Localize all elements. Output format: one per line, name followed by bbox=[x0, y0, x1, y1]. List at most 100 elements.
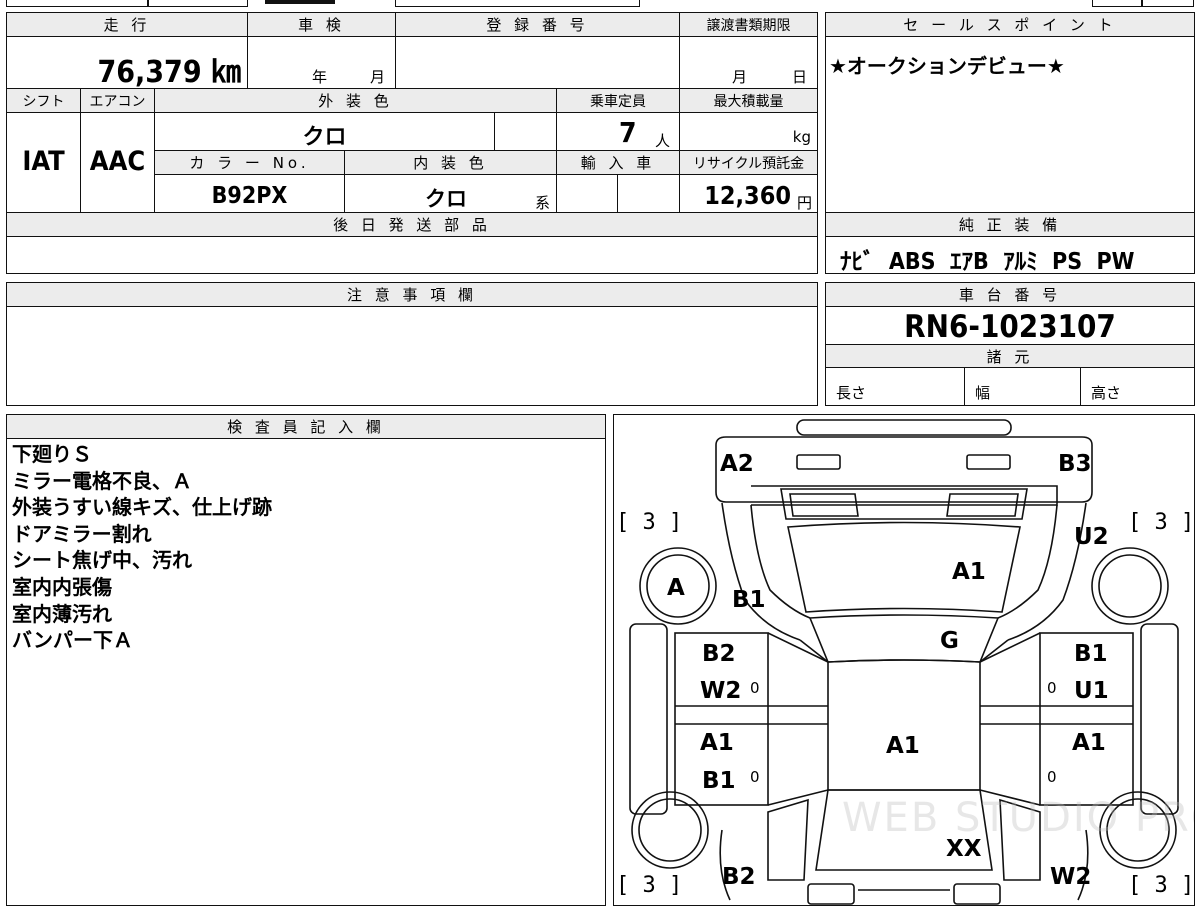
capacity-value: 7 bbox=[619, 116, 637, 149]
note-line: バンパー下Ａ bbox=[12, 628, 133, 653]
transfer-deadline-header: 譲渡書類期限 bbox=[679, 12, 818, 37]
capacity-cell: 7 人 bbox=[556, 112, 680, 151]
deadline-day-unit: 日 bbox=[792, 68, 808, 86]
label-rear-right: W2 bbox=[1050, 864, 1092, 890]
recycle-unit: 円 bbox=[796, 194, 812, 212]
mileage-cell: 76,379 ㎞ bbox=[6, 36, 248, 89]
color-no-cell: B92PX bbox=[154, 174, 345, 213]
recycle-header: リサイクル預託金 bbox=[679, 150, 818, 175]
shift-cell: IAT bbox=[6, 112, 81, 213]
top-strip bbox=[0, 0, 1200, 8]
shift-value: IAT bbox=[22, 146, 65, 177]
note-line: 下廻りＳ bbox=[12, 442, 92, 466]
deadline-cell: 月 日 bbox=[679, 36, 818, 89]
inspection-year-unit: 年 bbox=[312, 68, 328, 86]
height-label: 高さ bbox=[1091, 384, 1122, 402]
shift-header: シフト bbox=[6, 88, 81, 113]
registration-header: 登 録 番 号 bbox=[395, 12, 680, 37]
width-label: 幅 bbox=[975, 384, 991, 402]
aircon-header: エアコン bbox=[80, 88, 155, 113]
specs-header: 諸 元 bbox=[825, 344, 1195, 368]
label-right-front-door-bottom: U1 bbox=[1074, 678, 1109, 704]
watermark: WEB STUDIO PRO bbox=[842, 795, 1195, 841]
genuine-equipment-items: ﾅﾋﾞ ABS ｴｱB ｱﾙﾐ PS PW bbox=[840, 249, 1135, 274]
tire-bracket-bottom-right: [ 3 ] bbox=[1128, 873, 1195, 898]
tire-bracket-top-left: [ 3 ] bbox=[616, 510, 683, 535]
capacity-unit: 人 bbox=[655, 132, 671, 150]
chassis-header: 車 台 番 号 bbox=[825, 282, 1195, 307]
label-left-rear-door-top: A1 bbox=[700, 730, 734, 756]
label-right-front-door-top: B1 bbox=[1074, 641, 1108, 667]
label-right-mirror: U2 bbox=[1074, 524, 1109, 550]
color-no-value: B92PX bbox=[211, 183, 288, 209]
label-right-rear-door: A1 bbox=[1072, 730, 1106, 756]
zero-mark-lr: 0 bbox=[750, 768, 760, 786]
color-no-header: カ ラ ー No. bbox=[154, 150, 345, 175]
zero-mark-rf: 0 bbox=[1047, 679, 1057, 697]
inspection-cell: 年 月 bbox=[247, 36, 396, 89]
height-cell: 高さ bbox=[1080, 367, 1195, 406]
chassis-number-cell: RN6-1023107 bbox=[825, 306, 1195, 345]
note-line: ミラー電格不良、Ａ bbox=[12, 468, 192, 493]
aircon-value: AAC bbox=[89, 146, 146, 177]
sales-point-cell: ★オークションデビュー★ bbox=[825, 36, 1195, 213]
note-line: 室内内張傷 bbox=[12, 574, 112, 599]
label-front-right-corner: B3 bbox=[1058, 451, 1092, 477]
label-left-mirror: A bbox=[667, 575, 685, 601]
label-windshield: G bbox=[940, 628, 959, 654]
label-left-front-door-bottom: W2 bbox=[700, 678, 742, 704]
tire-bracket-bottom-left: [ 3 ] bbox=[616, 873, 683, 898]
note-line: ドアミラー割れ bbox=[12, 521, 152, 546]
interior-color-value: クロ bbox=[425, 187, 467, 211]
recycle-cell: 12,360 円 bbox=[679, 174, 818, 213]
tire-bracket-top-right: [ 3 ] bbox=[1128, 510, 1195, 535]
inspector-notes: 下廻りＳ ミラー電格不良、Ａ 外装うすい線キズ、仕上げ跡 ドアミラー割れ シート… bbox=[12, 441, 272, 654]
label-rear-left: B2 bbox=[722, 864, 756, 890]
inspection-header: 車 検 bbox=[247, 12, 396, 37]
label-front-left-corner: A2 bbox=[720, 451, 754, 477]
interior-color-suffix: 系 bbox=[535, 194, 551, 212]
mileage-value: 76,379 ㎞ bbox=[97, 55, 241, 89]
exterior-color-extra-cell bbox=[494, 112, 557, 151]
zero-mark-rr: 0 bbox=[1047, 768, 1057, 786]
caution-header: 注 意 事 項 欄 bbox=[6, 282, 818, 307]
import-cell-right bbox=[617, 174, 680, 213]
label-hood: A1 bbox=[952, 559, 986, 585]
import-header: 輸 入 車 bbox=[556, 150, 680, 175]
recycle-value: 12,360 bbox=[704, 181, 791, 210]
label-left-front-fender: B1 bbox=[732, 587, 766, 613]
zero-mark-lf: 0 bbox=[750, 679, 760, 697]
aircon-cell: AAC bbox=[80, 112, 155, 213]
exterior-color-value: クロ bbox=[302, 125, 347, 150]
genuine-equipment-header: 純 正 装 備 bbox=[825, 212, 1195, 237]
sales-point-header: セ ー ル ス ポ イ ン ト bbox=[825, 12, 1195, 37]
note-line: 外装うすい線キズ、仕上げ跡 bbox=[12, 495, 272, 520]
inspection-month-unit: 月 bbox=[370, 68, 386, 86]
label-rear-glass: XX bbox=[946, 836, 982, 862]
width-cell: 幅 bbox=[964, 367, 1081, 406]
length-label: 長さ bbox=[836, 384, 867, 402]
damage-diagram-box: WEB STUDIO PRO bbox=[613, 414, 1195, 906]
note-line: 室内薄汚れ bbox=[12, 601, 112, 626]
registration-cell bbox=[395, 36, 680, 89]
chassis-number: RN6-1023107 bbox=[904, 309, 1116, 345]
load-unit: kg bbox=[792, 128, 811, 146]
max-load-cell: kg bbox=[679, 112, 818, 151]
genuine-equipment-cell: ﾅﾋﾞ ABS ｴｱB ｱﾙﾐ PS PW bbox=[825, 236, 1195, 274]
sales-point-text: ★オークションデビュー★ bbox=[829, 54, 1065, 78]
label-left-rear-door-bottom: B1 bbox=[702, 768, 736, 794]
note-line: シート焦げ中、汚れ bbox=[12, 548, 192, 573]
deadline-month-unit: 月 bbox=[732, 68, 748, 86]
label-roof: A1 bbox=[886, 733, 920, 759]
label-left-front-door-top: B2 bbox=[702, 641, 736, 667]
inspector-header: 検 査 員 記 入 欄 bbox=[6, 414, 606, 439]
mileage-header: 走 行 bbox=[6, 12, 248, 37]
max-load-header: 最大積載量 bbox=[679, 88, 818, 113]
length-cell: 長さ bbox=[825, 367, 965, 406]
capacity-header: 乗車定員 bbox=[556, 88, 680, 113]
exterior-color-cell: クロ bbox=[154, 112, 495, 151]
later-parts-header: 後 日 発 送 部 品 bbox=[6, 212, 818, 237]
import-cell-left bbox=[556, 174, 618, 213]
interior-color-header: 内 装 色 bbox=[344, 150, 557, 175]
interior-color-cell: クロ 系 bbox=[344, 174, 557, 213]
